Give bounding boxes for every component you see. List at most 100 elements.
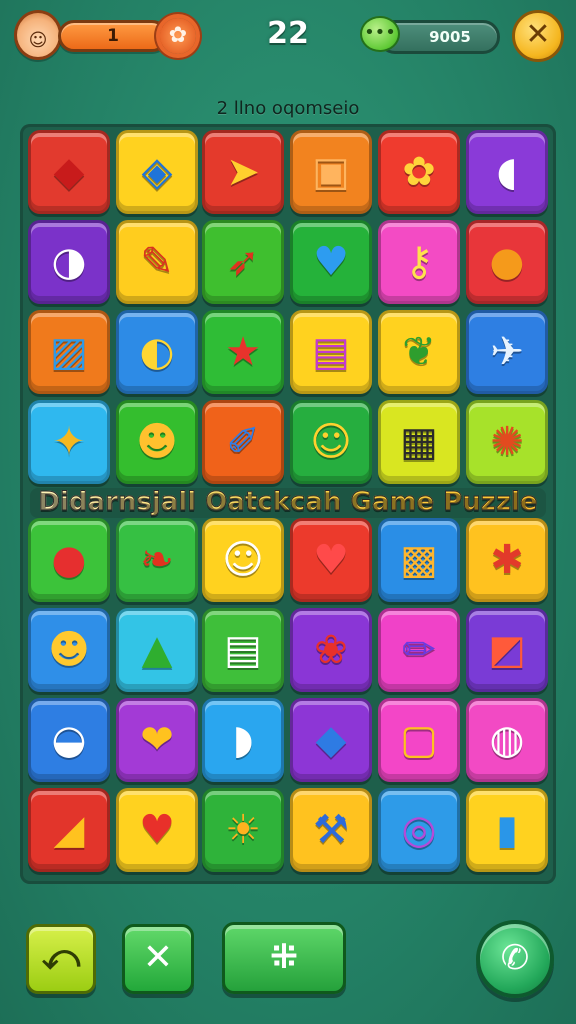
smiley-icon: ☺ (310, 419, 352, 465)
heart-icon: ♥ (313, 239, 349, 285)
tile-heart[interactable]: ♥ (290, 518, 372, 602)
tile-smiley[interactable]: ☻ (28, 608, 110, 692)
tile-bottle[interactable]: ▮ (466, 788, 548, 872)
tile-frame[interactable]: ▩ (378, 518, 460, 602)
tile-crab[interactable]: ✺ (466, 400, 548, 484)
bird-icon: ➤ (226, 149, 260, 195)
tile-balloon[interactable]: ● (28, 518, 110, 602)
tulip-icon: ❤ (140, 717, 174, 763)
tile-ball[interactable]: ◑ (28, 220, 110, 304)
level-subtitle: 2 llno oqomseio (216, 98, 360, 119)
calendar-icon: ▤ (224, 627, 262, 673)
undo-button[interactable]: ⤺ (26, 924, 96, 994)
tile-flower[interactable]: ✿ (378, 130, 460, 214)
sun-icon: ☀ (225, 807, 261, 853)
tile-heart[interactable]: ♥ (290, 220, 372, 304)
cherries-icon: ❀ (314, 627, 348, 673)
ball-icon: ◑ (51, 239, 87, 285)
tile-leaf[interactable]: ❦ (378, 310, 460, 394)
tile-arrow[interactable]: ➶ (202, 220, 284, 304)
heart-icon: ♥ (313, 537, 349, 583)
tile-phone[interactable]: ▢ (378, 698, 460, 782)
game-title-banner: Didarnsjall Oatckcah Game Puzzle (20, 482, 556, 522)
tile-ghost[interactable]: ◒ (28, 698, 110, 782)
tile-smiley[interactable]: ☺ (290, 400, 372, 484)
ring-icon: ◎ (401, 807, 437, 853)
basketball-icon: ● (489, 239, 525, 285)
kite-icon: ◩ (488, 627, 526, 673)
controller-icon: ◖ (496, 149, 518, 195)
tile-shell[interactable]: ✦ (28, 400, 110, 484)
chat-bubble-icon[interactable]: ••• (360, 16, 400, 52)
heart-icon: ♥ (139, 807, 175, 853)
diamond-icon: ◆ (53, 149, 85, 195)
tile-picture[interactable]: ▨ (28, 310, 110, 394)
tile-gem[interactable]: ◈ (116, 130, 198, 214)
ghost-icon: ◒ (51, 717, 87, 763)
tile-ring[interactable]: ◎ (378, 788, 460, 872)
tile-cat-face[interactable]: ☻ (116, 400, 198, 484)
star-icon: ★ (225, 329, 261, 375)
tile-fish[interactable]: ◢ (28, 788, 110, 872)
hint-button[interactable]: ⁜ (222, 922, 346, 994)
settings-gear-icon[interactable]: ✿ (160, 18, 196, 54)
tile-dog-face[interactable]: ☺ (202, 518, 284, 602)
shell-icon: ✦ (52, 419, 86, 465)
tile-pencil[interactable]: ✏ (378, 608, 460, 692)
tile-tulip[interactable]: ❤ (116, 698, 198, 782)
gem-icon: ◈ (141, 149, 173, 195)
coin-count: 9005 (429, 28, 471, 46)
tile-cherries[interactable]: ❀ (290, 608, 372, 692)
cone-icon: ▲ (141, 627, 173, 673)
tile-briefcase[interactable]: ▣ (290, 130, 372, 214)
tile-cone[interactable]: ▲ (116, 608, 198, 692)
phone-icon: ▢ (400, 717, 438, 763)
frame-icon: ▩ (400, 537, 438, 583)
player-avatar[interactable]: ☺ (14, 10, 62, 60)
fish-icon: ◢ (53, 807, 85, 853)
tile-star[interactable]: ★ (202, 310, 284, 394)
tile-blob[interactable]: ✱ (466, 518, 548, 602)
top-hud: ☺ 1 ✿ 22 9005 ••• ✕ (0, 0, 576, 80)
tile-heart[interactable]: ♥ (116, 788, 198, 872)
tile-brush[interactable]: ✐ (202, 400, 284, 484)
tile-wing[interactable]: ❧ (116, 518, 198, 602)
tile-basketball[interactable]: ● (466, 220, 548, 304)
score-counter: 22 (267, 16, 309, 51)
tile-calendar[interactable]: ▤ (202, 608, 284, 692)
crab-icon: ✺ (490, 419, 524, 465)
tile-controller[interactable]: ◖ (466, 130, 548, 214)
tile-key[interactable]: ⚷ (378, 220, 460, 304)
picture-icon: ▨ (50, 329, 88, 375)
flower-icon: ✿ (402, 149, 436, 195)
tile-box[interactable]: ◆ (290, 698, 372, 782)
bottle-icon: ▮ (495, 807, 518, 853)
pencil-icon: ✏ (402, 627, 436, 673)
lemon-icon: ◐ (139, 329, 175, 375)
tile-bag[interactable]: ▤ (290, 310, 372, 394)
call-button[interactable]: ✆ (476, 920, 554, 998)
bag-icon: ▤ (312, 329, 350, 375)
tile-speech-bubble[interactable]: ◍ (466, 698, 548, 782)
dog-face-icon: ☺ (222, 537, 264, 583)
briefcase-icon: ▣ (312, 149, 350, 195)
brush-icon: ✐ (226, 419, 260, 465)
blob-icon: ✱ (490, 537, 524, 583)
shuffle-button[interactable]: ✕ (122, 924, 194, 994)
tile-lock[interactable]: ▦ (378, 400, 460, 484)
arrow-icon: ➶ (226, 239, 260, 285)
key-icon: ⚷ (404, 239, 434, 285)
tile-lemon[interactable]: ◐ (116, 310, 198, 394)
speech-bubble-icon: ◍ (489, 717, 525, 763)
tile-kite[interactable]: ◩ (466, 608, 548, 692)
tile-controller[interactable]: ◗ (202, 698, 284, 782)
wing-icon: ❧ (140, 537, 174, 583)
leaf-icon: ❦ (402, 329, 436, 375)
tile-crayon[interactable]: ✎ (116, 220, 198, 304)
close-button[interactable]: ✕ (512, 10, 564, 62)
tile-plane[interactable]: ✈ (466, 310, 548, 394)
tile-bird[interactable]: ➤ (202, 130, 284, 214)
tile-diamond[interactable]: ◆ (28, 130, 110, 214)
tile-sun[interactable]: ☀ (202, 788, 284, 872)
tile-shovel[interactable]: ⚒ (290, 788, 372, 872)
